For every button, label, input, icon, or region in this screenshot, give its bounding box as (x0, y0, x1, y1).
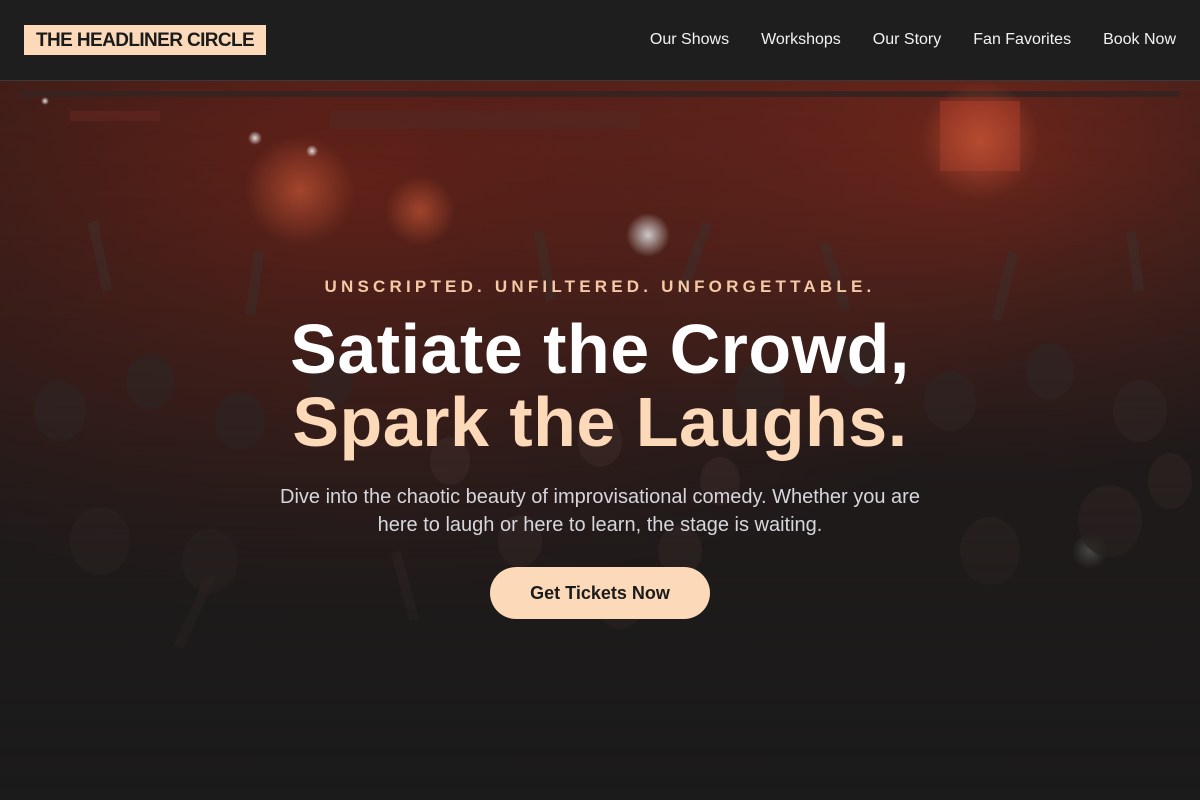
get-tickets-button[interactable]: Get Tickets Now (490, 567, 710, 619)
nav-link-our-shows[interactable]: Our Shows (650, 31, 729, 49)
nav-link-book-now[interactable]: Book Now (1103, 31, 1176, 49)
hero-description: Dive into the chaotic beauty of improvis… (280, 486, 920, 536)
nav-link-fan-favorites[interactable]: Fan Favorites (973, 31, 1071, 49)
main-nav: Our Shows Workshops Our Story Fan Favori… (650, 31, 1176, 49)
hero-content: UNSCRIPTED. UNFILTERED. UNFORGETTABLE. S… (0, 81, 1200, 800)
hero-tagline: UNSCRIPTED. UNFILTERED. UNFORGETTABLE. (324, 277, 876, 296)
hero-headline-line2: Spark the Laughs. (292, 383, 908, 461)
site-logo[interactable]: THE HEADLINER CIRCLE (24, 25, 267, 55)
nav-link-our-story[interactable]: Our Story (873, 31, 941, 49)
hero-section: UNSCRIPTED. UNFILTERED. UNFORGETTABLE. S… (0, 81, 1200, 800)
hero-headline-line1: Satiate the Crowd, (290, 310, 910, 388)
top-navbar: THE HEADLINER CIRCLE Our Shows Workshops… (0, 0, 1200, 81)
nav-link-workshops[interactable]: Workshops (761, 31, 841, 49)
hero-headline: Satiate the Crowd, Spark the Laughs. (0, 313, 1200, 459)
